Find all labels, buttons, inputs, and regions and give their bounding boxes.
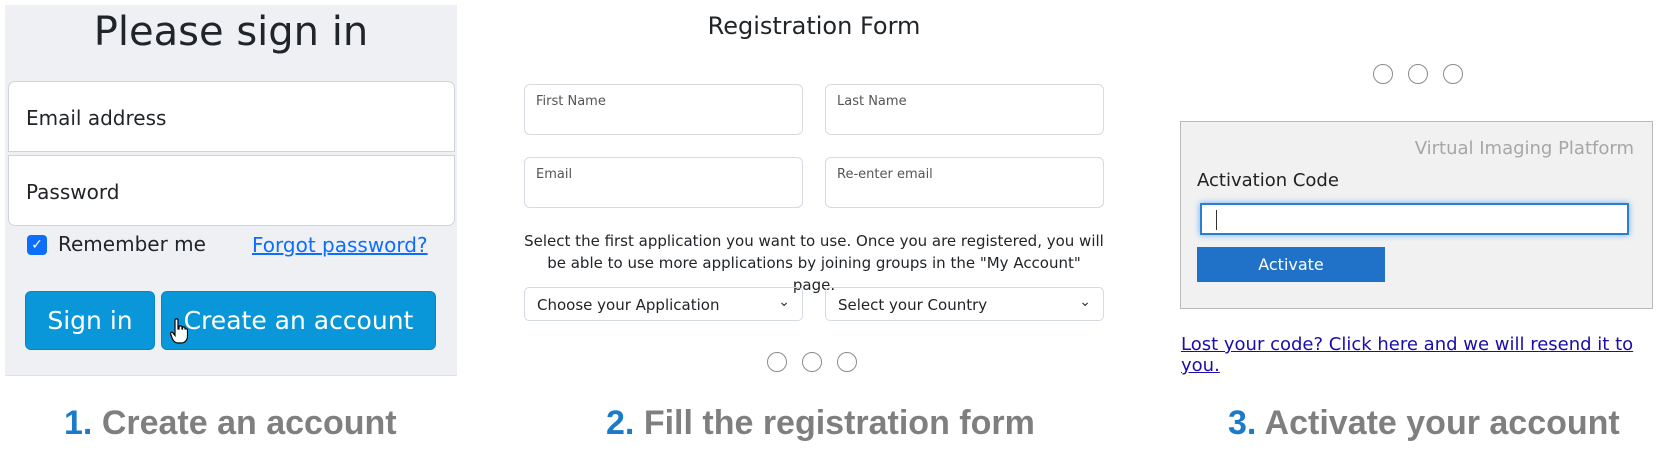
- step-number: 3.: [1228, 404, 1257, 442]
- activation-code-input[interactable]: [1200, 203, 1629, 235]
- step-caption-3: 3. Activate your account: [1228, 404, 1620, 443]
- signin-title: Please sign in: [93, 9, 369, 55]
- step-caption-2: 2. Fill the registration form: [606, 404, 1035, 443]
- last-name-label: Last Name: [837, 94, 907, 109]
- remember-me-checkbox[interactable]: ✓: [27, 235, 47, 255]
- step-indicator: [767, 352, 861, 374]
- reenter-email-label: Re-enter email: [837, 167, 933, 182]
- step-dot: [1443, 64, 1463, 84]
- email-field[interactable]: Email address: [8, 81, 455, 152]
- step-dot: [837, 352, 857, 372]
- step-indicator-activation: [1373, 64, 1467, 86]
- forgot-password-link[interactable]: Forgot password?: [252, 233, 428, 257]
- activation-panel: Virtual Imaging Platform Activation Code…: [1180, 121, 1653, 309]
- password-field[interactable]: Password: [8, 155, 455, 226]
- email-label: Email: [536, 167, 573, 182]
- step-number: 2.: [606, 404, 635, 442]
- first-name-label: First Name: [536, 94, 606, 109]
- step-text: Create an account: [101, 404, 397, 442]
- text-caret: [1216, 210, 1217, 230]
- step-dot: [802, 352, 822, 372]
- hand-cursor-icon: [170, 318, 188, 344]
- signin-panel: Please sign in Email address Password ✓ …: [5, 5, 457, 376]
- activate-button[interactable]: Activate: [1197, 247, 1385, 282]
- email-field-registration[interactable]: Email: [524, 157, 803, 208]
- reenter-email-field[interactable]: Re-enter email: [825, 157, 1104, 208]
- activation-code-label: Activation Code: [1197, 170, 1339, 191]
- step-caption-1: 1. Create an account: [64, 404, 397, 443]
- chevron-down-icon: ⌄: [778, 294, 790, 310]
- chevron-down-icon: ⌄: [1079, 294, 1091, 310]
- registration-title: Registration Form: [707, 12, 921, 40]
- country-select-value: Select your Country: [838, 296, 988, 314]
- step-text: Fill the registration form: [643, 404, 1035, 442]
- platform-name: Virtual Imaging Platform: [1414, 138, 1634, 159]
- remember-me-label: Remember me: [58, 232, 206, 256]
- resend-code-link[interactable]: Lost your code? Click here and we will r…: [1181, 334, 1666, 376]
- application-select-value: Choose your Application: [537, 296, 720, 314]
- step-number: 1.: [64, 404, 93, 442]
- application-select[interactable]: Choose your Application ⌄: [524, 287, 803, 321]
- last-name-field[interactable]: Last Name: [825, 84, 1104, 135]
- step-dot: [1408, 64, 1428, 84]
- step-dot: [767, 352, 787, 372]
- signin-button[interactable]: Sign in: [25, 291, 155, 350]
- step-text: Activate your account: [1264, 404, 1620, 442]
- create-account-button[interactable]: Create an account: [161, 291, 436, 350]
- first-name-field[interactable]: First Name: [524, 84, 803, 135]
- country-select[interactable]: Select your Country ⌄: [825, 287, 1104, 321]
- step-dot: [1373, 64, 1393, 84]
